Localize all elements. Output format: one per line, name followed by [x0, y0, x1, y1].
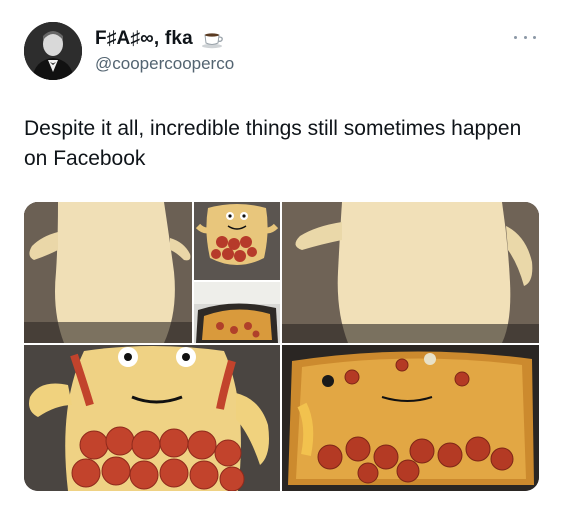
media-photo-5[interactable] — [24, 345, 280, 491]
media-photo-1[interactable] — [24, 202, 192, 343]
dough-figure-photo-icon — [24, 202, 192, 343]
dough-figure-closeup-photo-icon — [282, 202, 539, 343]
profile-photo-icon — [24, 22, 82, 80]
media-photo-4[interactable] — [282, 202, 539, 343]
tweet-text: Despite it all, incredible things still … — [24, 117, 522, 170]
coffee-cup-icon — [201, 27, 225, 51]
pizza-face-with-pepperoni-photo-icon — [24, 345, 280, 491]
baked-pizza-small-photo-icon — [194, 282, 280, 343]
display-name[interactable]: F♯A♯∞, fka — [95, 28, 193, 50]
baked-pizza-face-photo-icon — [282, 345, 539, 491]
dot-icon — [523, 35, 527, 39]
topped-pizza-figure-photo-icon — [194, 202, 280, 280]
tweet-card: F♯A♯∞, fka @coopercooperco Despite it al… — [0, 0, 563, 518]
media-photo-3[interactable] — [194, 282, 280, 343]
media-photo-6[interactable] — [282, 345, 539, 491]
dot-icon — [514, 35, 517, 39]
author-handle[interactable]: @coopercooperco — [95, 54, 234, 74]
dot-icon — [533, 35, 536, 39]
more-options-icon[interactable] — [514, 32, 536, 42]
author-name-row: F♯A♯∞, fka — [95, 26, 225, 52]
avatar[interactable] — [24, 22, 82, 80]
media-photo-2[interactable] — [194, 202, 280, 280]
